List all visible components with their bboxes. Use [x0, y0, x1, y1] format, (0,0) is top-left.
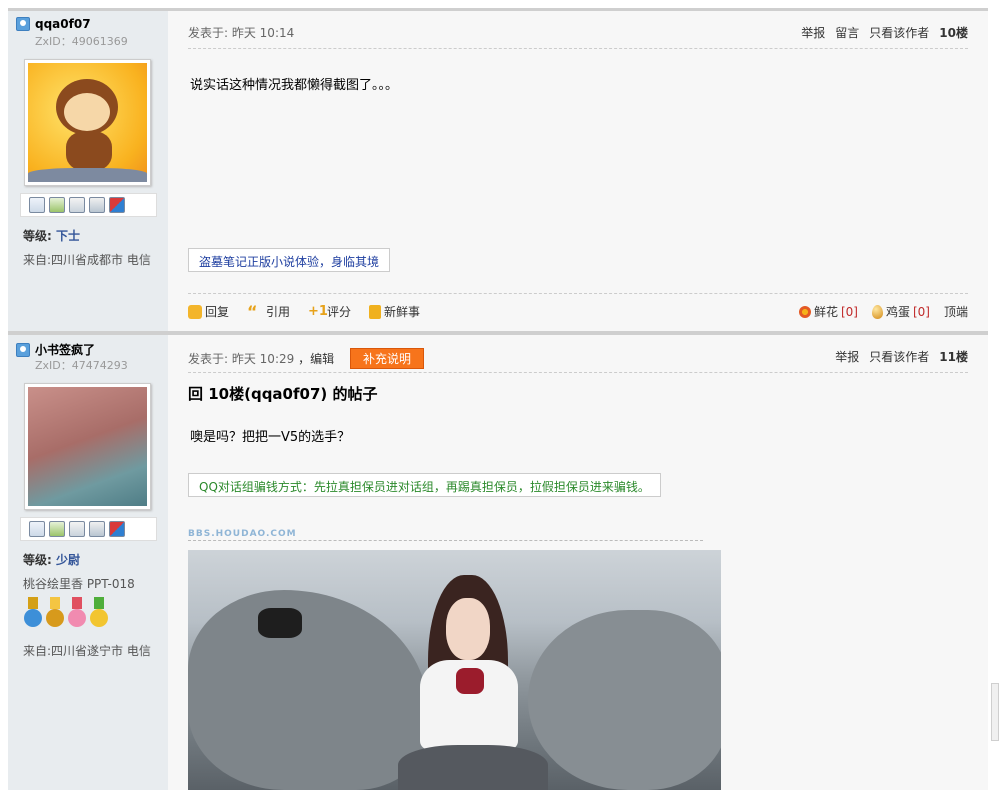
signature: 桃谷绘里香 PPT-018 [23, 577, 135, 591]
post-content: 噢是吗？把把一V5的选手？ [190, 430, 351, 445]
rate-icon: +1 [308, 303, 328, 319]
user-icon [16, 17, 30, 31]
post-actions: 举报 留言 只看该作者 10楼 [801, 24, 968, 41]
rank-value[interactable]: 少尉 [56, 553, 80, 567]
search-icon[interactable] [69, 197, 85, 213]
user-actions-row [20, 193, 157, 217]
author-name-row[interactable]: qqa0f07 [16, 17, 91, 31]
quote-label: 引用 [266, 305, 291, 319]
egg-button[interactable]: 鸡蛋 [0] [871, 303, 930, 320]
post-time: 发表于: 昨天 10:29 [188, 352, 295, 366]
rank-label: 等级: [23, 229, 52, 243]
author-name[interactable]: qqa0f07 [35, 17, 91, 31]
user-icon [16, 342, 30, 357]
ad-link[interactable]: QQ对话组骗钱方式：先拉真担保员进对话组，再踢真担保员，拉假担保员进来骗钱。 [188, 473, 661, 497]
blocks-icon[interactable] [109, 197, 125, 213]
medal-blue-icon[interactable] [23, 597, 43, 629]
medal-pink-icon[interactable] [67, 597, 87, 629]
only-author-link[interactable]: 只看该作者 [869, 24, 929, 41]
post-image[interactable] [188, 550, 721, 790]
news-icon [369, 304, 382, 319]
profile-icon[interactable] [89, 197, 105, 213]
flower-label: 鲜花 [813, 305, 838, 319]
avatar-image [28, 63, 147, 182]
report-link[interactable]: 举报 [835, 348, 859, 365]
rank-label: 等级: [23, 553, 52, 567]
quote-icon: “ [247, 301, 258, 321]
rate-label: 评分 [327, 305, 352, 319]
news-button[interactable]: 新鲜事 [369, 303, 420, 320]
rank: 等级: 少尉 [23, 551, 80, 568]
post-bottom-bar: 回复 “ 引用 +1 评分 新鲜事 鲜花 [0] 鸡蛋 [0] 顶端 [188, 303, 968, 320]
reply-label: 回复 [205, 305, 230, 319]
post-meta: 发表于: 昨天 10:14 [188, 26, 295, 40]
ad-link[interactable]: 盗墓笔记正版小说体验，身临其境 [188, 248, 391, 272]
flower-button[interactable]: 鲜花 [0] [798, 303, 858, 320]
location: 来自:四川省成都市 电信 [23, 253, 151, 267]
author-name-row[interactable]: 小书签疯了 [16, 341, 95, 358]
edit-link[interactable]: ，编辑 [298, 352, 334, 366]
mail-icon[interactable] [29, 197, 45, 213]
profile-icon[interactable] [89, 521, 105, 537]
post-floor-11: 小书签疯了 ZxID：47474293 等级: 少尉 桃谷绘里香 PPT-018 [8, 335, 988, 790]
quote-button[interactable]: “ 引用 [247, 303, 290, 320]
post-floor-10: qqa0f07 ZxID：49061369 等级: 下士 来自:四川省成都市 电… [8, 11, 988, 331]
search-icon[interactable] [69, 521, 85, 537]
egg-count: [0] [912, 304, 930, 319]
report-link[interactable]: 举报 [801, 24, 825, 41]
post-main: 发表于: 昨天 10:29 ，编辑 补充说明 举报 只看该作者 11楼 回 10… [168, 335, 988, 790]
rank: 等级: 下士 [23, 227, 80, 244]
floor-number[interactable]: 11楼 [939, 348, 968, 365]
news-label: 新鲜事 [384, 305, 421, 319]
message-link[interactable]: 留言 [835, 24, 859, 41]
reply-button[interactable]: 回复 [188, 303, 229, 320]
mail-icon[interactable] [29, 521, 45, 537]
reply-icon [188, 304, 202, 319]
flower-icon [798, 305, 811, 318]
user-id: ZxID：47474293 [35, 359, 128, 372]
egg-label: 鸡蛋 [885, 305, 910, 319]
divider [188, 48, 968, 49]
divider [188, 293, 968, 294]
medal-gold-icon[interactable] [45, 597, 65, 629]
image-watermark: BBS.HOUDAO.COM [188, 529, 703, 541]
blocks-icon[interactable] [109, 521, 125, 537]
post-main: 发表于: 昨天 10:14 举报 留言 只看该作者 10楼 说实话这种情况我都懒… [168, 11, 988, 331]
post-content: 说实话这种情况我都懒得截图了。。。 [190, 78, 399, 93]
flower-count: [0] [840, 304, 858, 319]
floor-number[interactable]: 10楼 [939, 24, 968, 41]
author-sidebar: qqa0f07 ZxID：49061369 等级: 下士 来自:四川省成都市 电… [8, 11, 168, 331]
avatar[interactable] [24, 383, 151, 510]
location: 来自:四川省遂宁市 电信 [23, 644, 151, 658]
scrollbar-thumb[interactable] [991, 683, 999, 741]
avatar[interactable] [24, 59, 151, 186]
user-id: ZxID：49061369 [35, 35, 128, 48]
user-actions-row [20, 517, 157, 541]
medal-green-icon[interactable] [89, 597, 109, 629]
top-label: 顶端 [943, 305, 968, 319]
post-meta: 发表于: 昨天 10:29 ，编辑 补充说明 [188, 348, 424, 369]
divider [188, 372, 968, 373]
medals [23, 597, 109, 629]
rate-button[interactable]: +1 评分 [308, 303, 351, 320]
author-name[interactable]: 小书签疯了 [35, 341, 95, 358]
avatar-image [28, 387, 147, 506]
add-friend-icon[interactable] [49, 197, 65, 213]
egg-icon [871, 304, 883, 319]
post-title: 回 10楼(qqa0f07) 的帖子 [188, 385, 378, 403]
post-actions: 举报 只看该作者 11楼 [835, 348, 968, 365]
author-sidebar: 小书签疯了 ZxID：47474293 等级: 少尉 桃谷绘里香 PPT-018 [8, 335, 168, 790]
back-to-top-link[interactable]: 顶端 [944, 303, 968, 320]
add-note-button[interactable]: 补充说明 [349, 348, 424, 369]
only-author-link[interactable]: 只看该作者 [869, 348, 929, 365]
add-friend-icon[interactable] [49, 521, 65, 537]
rank-value[interactable]: 下士 [56, 229, 80, 243]
